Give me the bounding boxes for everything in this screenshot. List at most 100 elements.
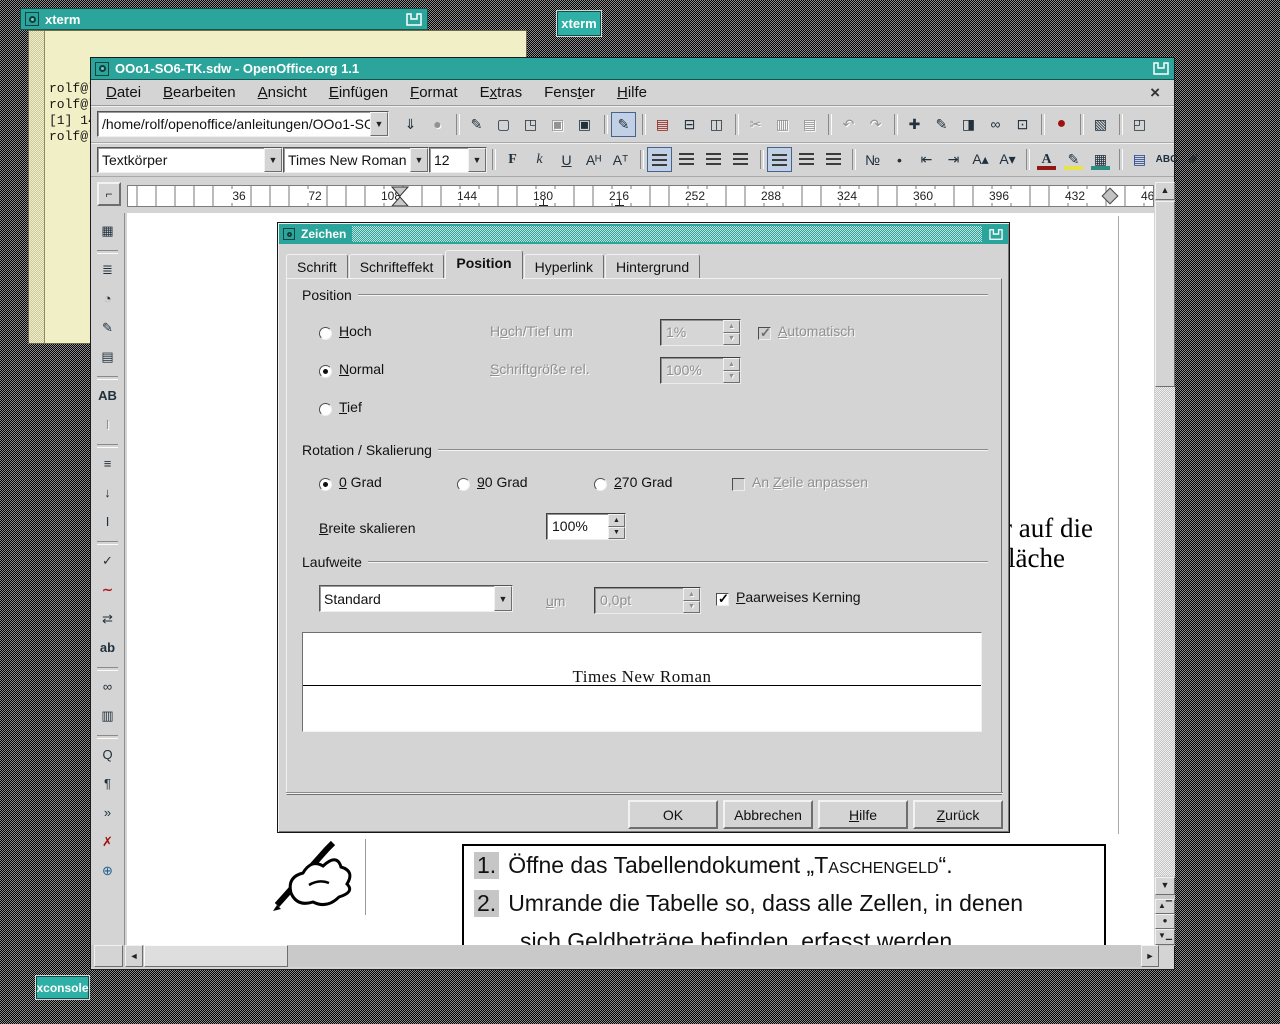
laufweite-dropdown-button[interactable]: ▼ <box>494 586 512 611</box>
italic-icon[interactable]: k <box>527 147 552 172</box>
menu-item-hilfe[interactable]: Hilfe <box>606 82 658 103</box>
paste-icon[interactable]: ▤ <box>797 112 822 137</box>
laufweite-combo[interactable]: Standard ▼ <box>319 585 513 612</box>
hyperlink-cursor-icon[interactable]: » <box>95 800 120 825</box>
font-dropdown-button[interactable]: ▼ <box>410 147 428 172</box>
vertical-scrollbar-track[interactable] <box>1155 387 1175 876</box>
font-size-value[interactable]: 12 <box>430 152 468 168</box>
font-name-combo[interactable]: Times New Roman ▼ <box>283 146 429 173</box>
line-spacing-2-icon[interactable] <box>821 147 846 172</box>
online-layout-icon[interactable]: ⊕ <box>95 858 120 883</box>
tab-position[interactable]: Position <box>445 250 523 279</box>
decrease-indent-icon[interactable]: ⇤ <box>914 147 939 172</box>
spin-down-icon[interactable]: ▼ <box>608 526 625 539</box>
print-icon[interactable]: ⊟ <box>677 112 702 137</box>
menu-item-format[interactable]: Format <box>399 82 469 103</box>
radio-90-grad-label[interactable]: 90 Grad <box>477 474 528 490</box>
paragraph-style-value[interactable]: Textkörper <box>98 152 264 168</box>
graphics-on-off-icon[interactable]: ✗ <box>95 829 120 854</box>
scroll-up-button[interactable]: ▲ <box>1155 182 1175 200</box>
increase-font-icon[interactable]: A▴ <box>968 147 993 172</box>
font-size-combo[interactable]: 12 ▼ <box>429 146 487 173</box>
resize-icon[interactable] <box>988 228 1004 241</box>
highlighting-icon[interactable]: ✎ <box>1061 147 1086 172</box>
edit-mode-icon[interactable]: ✎ <box>604 111 636 137</box>
online-layout-icon[interactable]: ⊡ <box>1010 112 1035 137</box>
load-url-icon[interactable]: ⇓ <box>398 112 423 137</box>
scroll-down-button[interactable]: ▼ <box>1155 877 1175 895</box>
page-preview-icon[interactable]: ◫ <box>704 112 729 137</box>
menu-item-bearbeiten[interactable]: Bearbeiten <box>152 82 247 103</box>
menu-item-fenster[interactable]: Fenster <box>533 82 606 103</box>
stylist-icon[interactable]: ✎ <box>929 112 954 137</box>
search-icon[interactable]: ∞ <box>95 667 120 699</box>
character-dialog-icon[interactable]: ▤ <box>1119 147 1152 172</box>
dialog-menu-button[interactable] <box>283 228 295 240</box>
window-menu-button[interactable] <box>95 61 109 76</box>
horizontal-scrollbar-thumb[interactable] <box>144 945 288 967</box>
save-all-icon[interactable]: ▣ <box>572 112 597 137</box>
radio-tief[interactable] <box>319 403 332 416</box>
reduce-font-icon[interactable]: A▾ <box>995 147 1020 172</box>
font-name-value[interactable]: Times New Roman <box>284 152 410 168</box>
align-right-icon[interactable] <box>701 147 726 172</box>
tab-schrifteffekt[interactable]: Schrifteffekt <box>348 254 445 279</box>
menu-item-datei[interactable]: Datei <box>95 82 152 103</box>
vertical-scrollbar[interactable]: ▲ ▼ ▲▔ ● ▼▁ <box>1155 182 1175 946</box>
menu-item-einf-gen[interactable]: Einfügen <box>318 82 399 103</box>
hierarchy-icon[interactable]: ↓ <box>95 480 120 505</box>
resize-icon[interactable] <box>1152 61 1170 76</box>
export-pdf-icon[interactable]: ▤ <box>642 112 675 137</box>
insert-table-icon[interactable]: ▦ <box>95 218 120 243</box>
data-sources-icon[interactable]: ▥ <box>95 703 120 728</box>
radio-90-grad[interactable] <box>457 478 470 491</box>
next-page-button[interactable]: ▼▁ <box>1155 929 1175 945</box>
radio-0-grad-label[interactable]: 0 Grad <box>339 474 382 490</box>
size-dropdown-button[interactable]: ▼ <box>468 147 486 172</box>
tab-hyperlink[interactable]: Hyperlink <box>523 254 604 279</box>
url-combo[interactable]: /home/rolf/openoffice/anleitungen/OOo1-S… <box>97 111 389 137</box>
zurueck-button[interactable]: Zurück <box>913 800 1003 829</box>
cut-icon[interactable]: ✂ <box>735 112 768 137</box>
redo-icon[interactable]: ↷ <box>863 112 888 137</box>
increase-indent-icon[interactable]: ⇥ <box>941 147 966 172</box>
ok-button[interactable]: OK <box>628 800 718 829</box>
line-spacing-15-icon[interactable] <box>794 147 819 172</box>
radio-hoch[interactable] <box>319 327 332 340</box>
spin-up-icon[interactable]: ▲ <box>608 514 625 527</box>
scroll-left-button[interactable]: ◄ <box>125 945 143 967</box>
find-replace-icon[interactable]: ⇄ <box>95 606 120 631</box>
radio-270-grad[interactable] <box>594 478 607 491</box>
draw-functions-icon[interactable]: ✎ <box>95 315 120 340</box>
url-value[interactable]: /home/rolf/openoffice/anleitungen/OOo1-S… <box>98 116 370 132</box>
hyperlink-dialog-icon[interactable]: ∞ <box>983 112 1008 137</box>
bold-icon[interactable]: F <box>492 147 525 172</box>
radio-270-grad-label[interactable]: 270 Grad <box>614 474 672 490</box>
url-dropdown-button[interactable]: ▼ <box>370 112 388 136</box>
radio-normal-label[interactable]: Normal <box>339 361 384 377</box>
paragraph-style-combo[interactable]: Textkörper ▼ <box>97 146 283 173</box>
new-document-icon[interactable]: ▢ <box>491 112 516 137</box>
laufweite-value[interactable]: Standard <box>320 591 494 607</box>
paragraph-background-icon[interactable]: ▦ <box>1088 147 1113 172</box>
style-dropdown-button[interactable]: ▼ <box>264 147 282 172</box>
indent-marker[interactable] <box>390 186 410 206</box>
spellcheck-icon[interactable]: ✓ <box>95 541 120 573</box>
save-document-icon[interactable]: ▣ <box>545 112 570 137</box>
insert-graphics-icon[interactable]: ▧ <box>1080 112 1113 137</box>
form-functions-icon[interactable]: ▤ <box>95 344 120 369</box>
paarweises-kerning-checkbox[interactable] <box>716 591 729 607</box>
previous-page-button[interactable]: ▲▔ <box>1155 899 1175 914</box>
xconsole-minimized-icon[interactable]: xconsole <box>36 976 89 999</box>
nonprinting-characters-icon[interactable]: ¶ <box>95 771 120 796</box>
record-changes-icon[interactable]: ● <box>1041 112 1074 137</box>
xterm-titlebar[interactable]: xterm <box>20 8 428 30</box>
autoformat-icon[interactable]: ABC <box>1154 147 1179 172</box>
subscript-icon[interactable]: Aᵀ <box>608 147 633 172</box>
xterm-menu-button[interactable] <box>25 12 39 26</box>
open-folder-icon[interactable]: ◰ <box>1119 112 1152 137</box>
radio-0-grad[interactable] <box>319 478 332 491</box>
superscript-icon[interactable]: Aᴴ <box>581 147 606 172</box>
hilfe-button[interactable]: Hilfe <box>818 800 908 829</box>
open-document-icon[interactable]: ◳ <box>518 112 543 137</box>
